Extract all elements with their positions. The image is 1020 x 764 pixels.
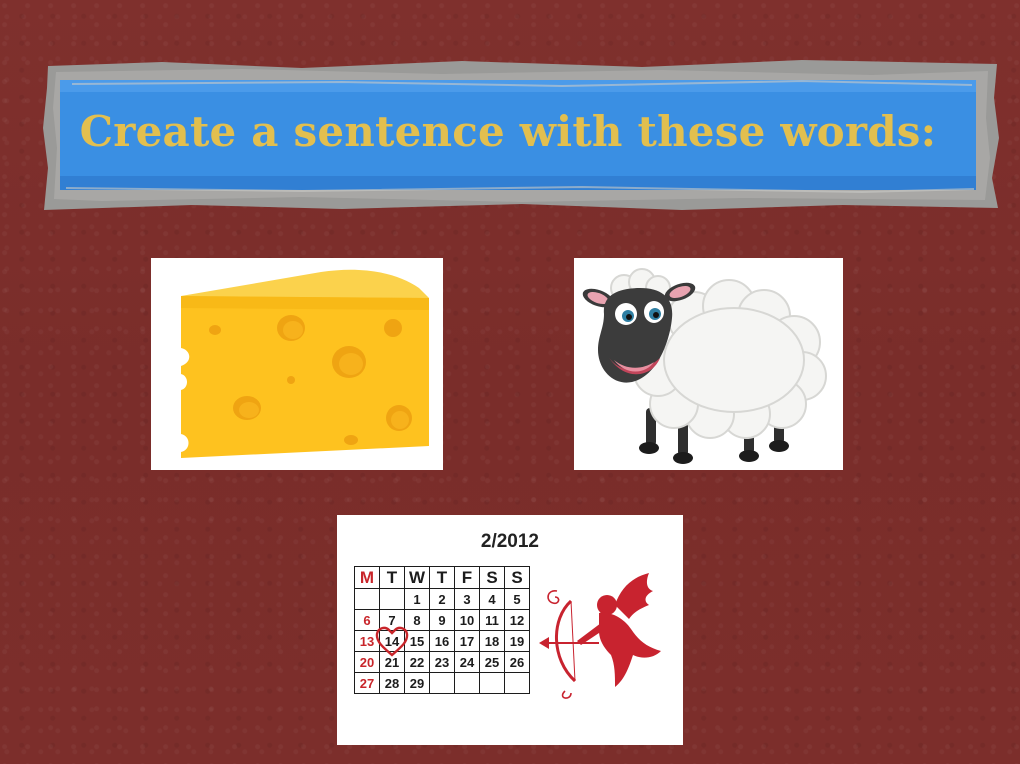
calendar-week-row: 27 28 29: [354, 672, 530, 694]
calendar-day-label: 14: [384, 633, 400, 649]
calendar-day: 28: [379, 672, 405, 694]
calendar-day: 23: [429, 651, 455, 673]
calendar-day: 25: [479, 651, 505, 673]
cheese-picture: [151, 258, 443, 470]
weekday-friday: F: [454, 566, 480, 589]
weekday-thursday: T: [429, 566, 455, 589]
calendar-day: [354, 588, 380, 610]
sheep-icon: [582, 268, 827, 464]
calendar-grid: M T W T F S S 1 2 3 4 5 6 7 8 9 10 11 12…: [354, 566, 530, 694]
calendar-day: 10: [454, 609, 480, 631]
cupid-icon: [539, 573, 661, 699]
weekday-tuesday: T: [379, 566, 405, 589]
slide-title: Create a sentence with these words:: [79, 107, 937, 156]
calendar-day: 12: [504, 609, 530, 631]
weekday-monday: M: [354, 566, 380, 589]
calendar-day: [504, 672, 530, 694]
calendar-day: [454, 672, 480, 694]
weekday-wednesday: W: [404, 566, 430, 589]
calendar-day-highlighted: 14: [375, 626, 409, 657]
calendar-day: 27: [354, 672, 380, 694]
calendar-day: 17: [454, 630, 480, 652]
calendar-day: 18: [479, 630, 505, 652]
calendar-week-row: 13 14 15 16 17 18 19: [354, 626, 530, 657]
calendar-month-label: 2/2012: [480, 531, 539, 552]
sheep-picture: [574, 258, 843, 470]
weekday-sunday: S: [504, 566, 530, 589]
calendar-day: [379, 588, 405, 610]
calendar-week-row: 1 2 3 4 5: [354, 588, 530, 610]
valentine-calendar-picture: 2/2012 M T W T F S S 1 2 3 4 5 6 7 8 9 1…: [337, 515, 683, 745]
calendar-day: 1: [404, 588, 430, 610]
calendar-day: 19: [504, 630, 530, 652]
calendar-day: 29: [404, 672, 430, 694]
calendar-day: 3: [454, 588, 480, 610]
calendar-day: 24: [454, 651, 480, 673]
cheese-wedge-icon: [181, 269, 429, 458]
weekday-saturday: S: [479, 566, 505, 589]
calendar-day: [429, 672, 455, 694]
calendar-day: 4: [479, 588, 505, 610]
calendar-day: 26: [504, 651, 530, 673]
calendar-day: 5: [504, 588, 530, 610]
calendar-weekday-row: M T W T F S S: [354, 566, 530, 589]
calendar-day: 9: [429, 609, 455, 631]
calendar-day: 11: [479, 609, 505, 631]
calendar-day: 2: [429, 588, 455, 610]
calendar-day: 16: [429, 630, 455, 652]
calendar-day: [479, 672, 505, 694]
